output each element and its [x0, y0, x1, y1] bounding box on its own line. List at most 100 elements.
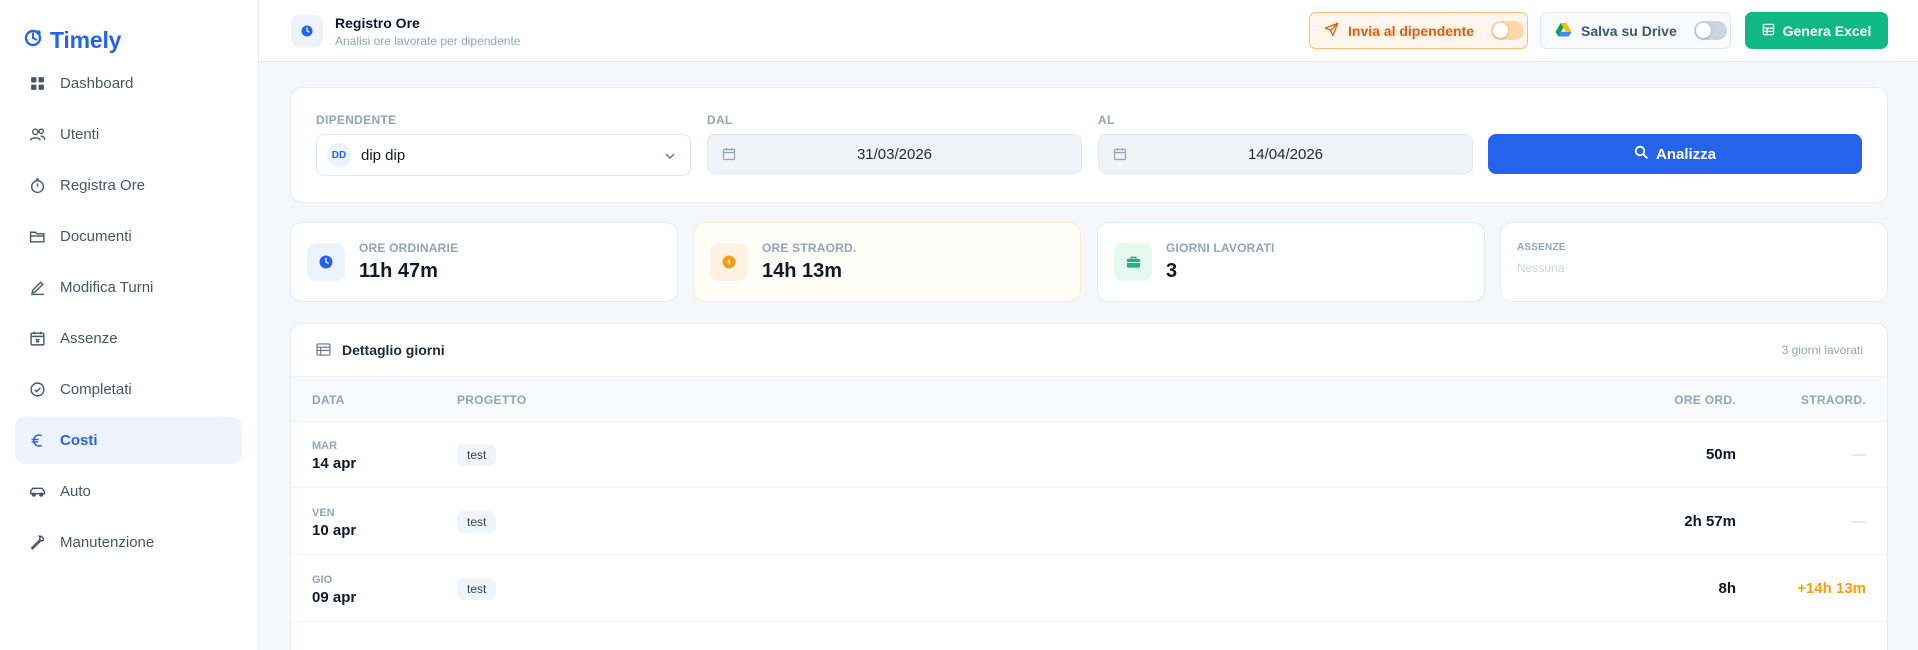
stat-label: ORE ORDINARIE: [359, 241, 459, 255]
sidebar-item-dashboard[interactable]: Dashboard: [15, 60, 242, 107]
stat-label: ASSENZE: [1517, 242, 1566, 253]
stat-value: 3: [1166, 260, 1178, 282]
table-header-bar: Dettaglio giorni 3 giorni lavorati: [291, 324, 1887, 376]
sidebar-item-label: Auto: [60, 483, 91, 500]
sidebar: Timely Dashboard Utenti Registra Ore Doc…: [0, 0, 259, 650]
from-date-input[interactable]: 31/03/2026: [707, 134, 1082, 174]
stat-card-worked-days: GIORNI LAVORATI 3: [1097, 222, 1485, 302]
row-date: 14 apr: [312, 455, 357, 472]
generate-excel-button[interactable]: Genera Excel: [1745, 12, 1888, 49]
sidebar-item-assenze[interactable]: Assenze: [15, 315, 242, 362]
filter-card: DIPENDENTE DD dip dip DAL 31/03/2026 AL …: [290, 87, 1888, 203]
car-icon: [28, 483, 46, 501]
from-date-label: DAL: [707, 113, 733, 127]
stat-label: ORE STRAORD.: [762, 241, 857, 255]
row-overtime: —: [1851, 513, 1866, 530]
sidebar-item-label: Manutenzione: [60, 534, 155, 551]
sidebar-item-completati[interactable]: Completati: [15, 366, 242, 413]
spreadsheet-icon: [1762, 23, 1775, 39]
sidebar-item-label: Modifica Turni: [60, 279, 154, 296]
project-tag: test: [457, 578, 497, 600]
project-tag: test: [457, 444, 497, 466]
save-to-drive-label: Salva su Drive: [1581, 22, 1677, 39]
sidebar-item-label: Dashboard: [60, 75, 134, 92]
top-header: Registro Ore Analisi ore lavorate per di…: [259, 0, 1918, 62]
page-subtitle: Analisi ore lavorate per dipendente: [335, 34, 521, 48]
column-header-overtime[interactable]: STRAORD.: [1801, 393, 1866, 407]
chevron-down-icon: [664, 149, 676, 166]
sidebar-item-label: Completati: [60, 381, 132, 398]
sidebar-item-auto[interactable]: Auto: [15, 468, 242, 515]
row-overtime: +14h 13m: [1797, 580, 1866, 597]
stat-card-absences: ASSENZE Nessuna: [1500, 222, 1888, 302]
save-to-drive-button[interactable]: Salva su Drive: [1540, 12, 1731, 49]
row-date: 09 apr: [312, 589, 357, 606]
employee-value: dip dip: [361, 146, 406, 164]
sidebar-nav: Dashboard Utenti Registra Ore Documenti …: [15, 60, 242, 570]
page-title: Registro Ore: [335, 15, 420, 31]
row-weekday: VEN: [312, 507, 335, 519]
stat-value: 14h 13m: [762, 260, 843, 282]
row-weekday: GIO: [312, 574, 333, 586]
stat-card-ordinary-hours: ORE ORDINARIE 11h 47m: [290, 222, 678, 302]
employee-select[interactable]: DD dip dip: [316, 134, 691, 176]
wrench-icon: [28, 534, 46, 552]
avatar: DD: [327, 143, 351, 167]
column-header-date[interactable]: DATA: [312, 393, 345, 407]
briefcase-icon: [1114, 243, 1152, 281]
sidebar-item-costi[interactable]: Costi: [15, 417, 242, 464]
to-date-input[interactable]: 14/04/2026: [1098, 134, 1473, 174]
sidebar-item-label: Assenze: [60, 330, 118, 347]
row-ordinary-hours: 8h: [1718, 580, 1736, 597]
sidebar-item-label: Documenti: [60, 228, 132, 245]
generate-excel-label: Genera Excel: [1782, 22, 1872, 39]
check-circle-icon: [28, 381, 46, 399]
row-overtime: —: [1851, 446, 1866, 463]
analyze-button[interactable]: Analizza: [1488, 134, 1862, 174]
calendar-icon: [1113, 147, 1127, 165]
send-to-employee-button[interactable]: Invia al dipendente: [1309, 12, 1528, 49]
project-tag: test: [457, 511, 497, 533]
google-drive-icon: [1555, 22, 1572, 40]
pencil-icon: [28, 279, 46, 297]
to-date-label: AL: [1098, 113, 1115, 127]
column-header-ordinary[interactable]: ORE ORD.: [1674, 393, 1736, 407]
table-row[interactable]: MAR 14 apr test 50m —: [291, 422, 1887, 488]
drive-toggle[interactable]: [1693, 21, 1727, 40]
table-icon: [316, 343, 331, 361]
sidebar-item-utenti[interactable]: Utenti: [15, 111, 242, 158]
send-toggle[interactable]: [1491, 21, 1525, 40]
send-to-employee-label: Invia al dipendente: [1348, 22, 1475, 39]
employee-label: DIPENDENTE: [316, 113, 397, 127]
row-weekday: MAR: [312, 440, 338, 452]
table-head: DATA PROGETTO ORE ORD. STRAORD.: [291, 376, 1887, 422]
users-icon: [28, 126, 46, 144]
euro-icon: [28, 432, 46, 450]
app-name: Timely: [50, 27, 122, 53]
table-row[interactable]: GIO 09 apr test 8h +14h 13m: [291, 556, 1887, 622]
table-row[interactable]: VEN 10 apr test 2h 57m —: [291, 489, 1887, 555]
row-ordinary-hours: 2h 57m: [1684, 513, 1736, 530]
send-icon: [1324, 22, 1339, 40]
analyze-label: Analizza: [1655, 145, 1716, 163]
clock-icon: [307, 243, 345, 281]
sidebar-item-registra-ore[interactable]: Registra Ore: [15, 162, 242, 209]
sidebar-item-modifica-turni[interactable]: Modifica Turni: [15, 264, 242, 311]
stat-card-overtime: ORE STRAORD. 14h 13m: [693, 222, 1081, 302]
days-detail-card: Dettaglio giorni 3 giorni lavorati DATA …: [290, 323, 1888, 650]
brand[interactable]: Timely: [24, 27, 121, 54]
row-ordinary-hours: 50m: [1705, 446, 1736, 463]
column-header-project[interactable]: PROGETTO: [457, 393, 527, 407]
sidebar-item-label: Utenti: [60, 126, 100, 143]
sidebar-item-documenti[interactable]: Documenti: [15, 213, 242, 260]
table-count: 3 giorni lavorati: [1781, 343, 1863, 357]
sidebar-item-label: Registra Ore: [60, 177, 146, 194]
bolt-icon: [710, 243, 748, 281]
calendar-x-icon: [28, 330, 46, 348]
logo-icon: [24, 29, 42, 52]
sidebar-item-manutenzione[interactable]: Manutenzione: [15, 519, 242, 566]
folder-icon: [28, 228, 46, 246]
sidebar-item-label: Costi: [60, 432, 98, 449]
grid-icon: [28, 75, 46, 93]
to-date-value: 14/04/2026: [1247, 145, 1324, 163]
